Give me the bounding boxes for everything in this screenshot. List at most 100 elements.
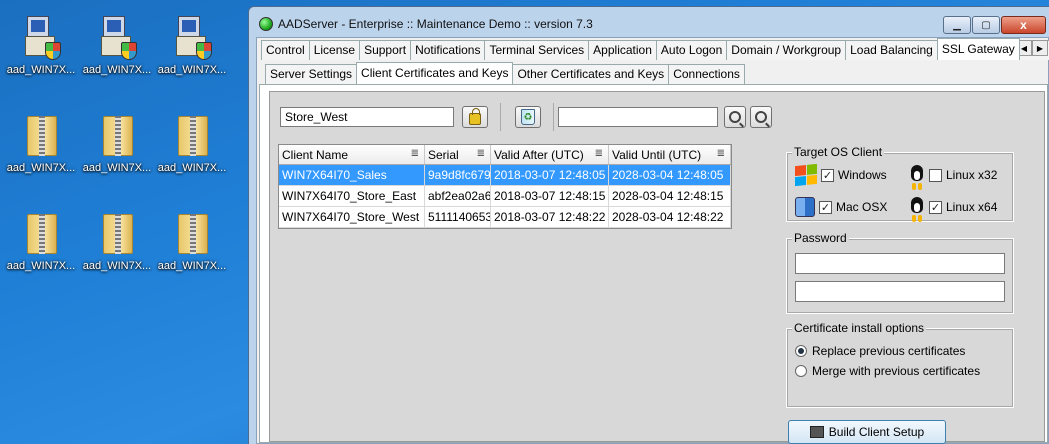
- table-row[interactable]: WIN7X64I70_Store_West 5111140653 2018-03…: [279, 207, 731, 228]
- subtab-other-certificates[interactable]: Other Certificates and Keys: [512, 64, 670, 84]
- os-windows-option[interactable]: ✓ Windows: [795, 163, 887, 187]
- store-name-input[interactable]: Store_West: [280, 107, 454, 127]
- tab-application[interactable]: Application: [588, 40, 657, 60]
- search-icon: [729, 111, 741, 123]
- search-next-button[interactable]: [750, 106, 772, 128]
- tab-ssl-gateway[interactable]: SSL Gateway: [936, 38, 1020, 60]
- search-input[interactable]: [558, 107, 718, 127]
- app-icon: [259, 17, 273, 31]
- computer-icon: [809, 426, 824, 438]
- column-header-valid-until[interactable]: Valid Until (UTC) ≣: [609, 145, 731, 164]
- cell-valid-until: 2028-03-04 12:48:15: [609, 186, 731, 206]
- cell-serial: 5111140653: [425, 207, 491, 227]
- close-button[interactable]: x: [1001, 16, 1046, 34]
- merge-radio[interactable]: [795, 365, 807, 377]
- zip-folder-icon: [97, 210, 137, 256]
- column-header-serial[interactable]: Serial ≣: [425, 145, 491, 164]
- build-button-label: Build Client Setup: [828, 425, 925, 439]
- os-linux32-option[interactable]: Linux x32: [909, 165, 997, 185]
- password-field[interactable]: [795, 253, 1005, 274]
- desktop-icon-installer-2[interactable]: aad_WIN7X...: [80, 14, 154, 76]
- desktop-icon-label: aad_WIN7X...: [82, 162, 152, 174]
- tab-support[interactable]: Support: [359, 40, 412, 60]
- table-row[interactable]: WIN7X64I70_Store_East abf2ea02a6e 2018-0…: [279, 186, 731, 207]
- desktop-icon-installer-1[interactable]: aad_WIN7X...: [4, 14, 78, 76]
- tab-control[interactable]: Control: [261, 40, 310, 60]
- tab-license[interactable]: License: [308, 40, 361, 60]
- cell-serial: abf2ea02a6e: [425, 186, 491, 206]
- install-options-group: Certificate install options Replace prev…: [786, 321, 1014, 408]
- build-client-setup-button[interactable]: Build Client Setup: [788, 420, 946, 444]
- desktop-icon-zip-4[interactable]: aad_WIN7X...: [4, 210, 78, 272]
- tab-scroll-right-icon[interactable]: ▶: [1032, 40, 1048, 56]
- table-row[interactable]: WIN7X64I70_Sales 9a9d8fc6799 2018-03-07 …: [279, 165, 731, 186]
- desktop-icon-zip-6[interactable]: aad_WIN7X...: [155, 210, 229, 272]
- windows-checkbox[interactable]: ✓: [821, 168, 834, 182]
- windows-logo-icon: [795, 163, 817, 187]
- password-confirm-field[interactable]: [795, 281, 1005, 302]
- os-mac-option[interactable]: ✓ Mac OSX: [795, 197, 887, 217]
- linux64-label: Linux x64: [946, 200, 998, 214]
- cell-valid-until: 2028-03-04 12:48:22: [609, 207, 731, 227]
- cell-valid-after: 2018-03-07 12:48:15: [491, 186, 609, 206]
- mac-checkbox[interactable]: ✓: [819, 200, 832, 214]
- tab-load-balancing[interactable]: Load Balancing: [845, 40, 938, 60]
- column-filter-icon[interactable]: ≣: [411, 148, 419, 159]
- linux64-checkbox[interactable]: ✓: [929, 200, 942, 214]
- desktop-icon-label: aad_WIN7X...: [157, 64, 227, 76]
- mac-finder-icon: [795, 197, 815, 217]
- window-title: AADServer - Enterprise :: Maintenance De…: [278, 17, 593, 31]
- minimize-button[interactable]: ▁: [943, 16, 971, 34]
- tab-scroll-arrows: ◀ ▶: [1016, 40, 1048, 56]
- tab-auto-logon[interactable]: Auto Logon: [655, 40, 728, 60]
- maximize-button[interactable]: ▢: [972, 16, 1000, 34]
- cell-valid-until: 2028-03-04 12:48:05: [609, 165, 731, 185]
- cell-client-name: WIN7X64I70_Sales: [279, 165, 425, 185]
- merge-option[interactable]: Merge with previous certificates: [795, 364, 980, 378]
- desktop-icon-zip-1[interactable]: aad_WIN7X...: [4, 112, 78, 174]
- column-header-valid-after[interactable]: Valid After (UTC) ≣: [491, 145, 609, 164]
- linux-penguin-icon: [909, 197, 925, 217]
- linux-penguin-icon: [909, 165, 925, 185]
- windows-label: Windows: [838, 168, 887, 182]
- desktop-icon-label: aad_WIN7X...: [157, 162, 227, 174]
- subtab-connections[interactable]: Connections: [668, 64, 745, 84]
- os-linux64-option[interactable]: ✓ Linux x64: [909, 197, 997, 217]
- column-filter-icon[interactable]: ≣: [595, 148, 603, 159]
- desktop-icon-label: aad_WIN7X...: [157, 260, 227, 272]
- lock-button[interactable]: [462, 106, 488, 128]
- column-header-client-name[interactable]: Client Name ≣: [279, 145, 425, 164]
- tab-domain-workgroup[interactable]: Domain / Workgroup: [726, 40, 847, 60]
- tab-page: Store_West ♻ Client Name ≣ Serial ≣ Valid …: [259, 84, 1048, 444]
- column-filter-icon[interactable]: ≣: [717, 148, 725, 159]
- client-certificates-panel: Store_West ♻ Client Name ≣ Serial ≣ Valid …: [269, 91, 1045, 444]
- title-bar[interactable]: AADServer - Enterprise :: Maintenance De…: [249, 7, 1049, 37]
- desktop-icon-installer-3[interactable]: aad_WIN7X...: [155, 14, 229, 76]
- merge-label: Merge with previous certificates: [812, 364, 981, 378]
- subtab-client-certificates[interactable]: Client Certificates and Keys: [356, 62, 514, 84]
- app-window: AADServer - Enterprise :: Maintenance De…: [248, 6, 1049, 444]
- linux32-label: Linux x32: [946, 168, 998, 182]
- subtab-server-settings[interactable]: Server Settings: [265, 64, 358, 84]
- zip-folder-icon: [172, 210, 212, 256]
- password-title: Password: [792, 231, 849, 245]
- toolbar-separator: [500, 103, 501, 131]
- window-client: Control License Support Notifications Te…: [256, 37, 1049, 444]
- desktop-icon-label: aad_WIN7X...: [82, 260, 152, 272]
- replace-option[interactable]: Replace previous certificates: [795, 344, 965, 358]
- main-tab-strip: Control License Support Notifications Te…: [261, 38, 1049, 60]
- replace-radio[interactable]: [795, 345, 807, 357]
- column-filter-icon[interactable]: ≣: [477, 148, 485, 159]
- desktop-icon-zip-2[interactable]: aad_WIN7X...: [80, 112, 154, 174]
- cell-valid-after: 2018-03-07 12:48:05: [491, 165, 609, 185]
- zip-folder-icon: [21, 112, 61, 158]
- tab-notifications[interactable]: Notifications: [410, 40, 486, 60]
- tab-terminal-services[interactable]: Terminal Services: [484, 40, 590, 60]
- search-button[interactable]: [724, 106, 746, 128]
- linux32-checkbox[interactable]: [929, 168, 942, 182]
- installer-icon: [172, 14, 212, 60]
- delete-button[interactable]: ♻: [515, 106, 541, 128]
- installer-icon: [21, 14, 61, 60]
- desktop-icon-zip-3[interactable]: aad_WIN7X...: [155, 112, 229, 174]
- desktop-icon-zip-5[interactable]: aad_WIN7X...: [80, 210, 154, 272]
